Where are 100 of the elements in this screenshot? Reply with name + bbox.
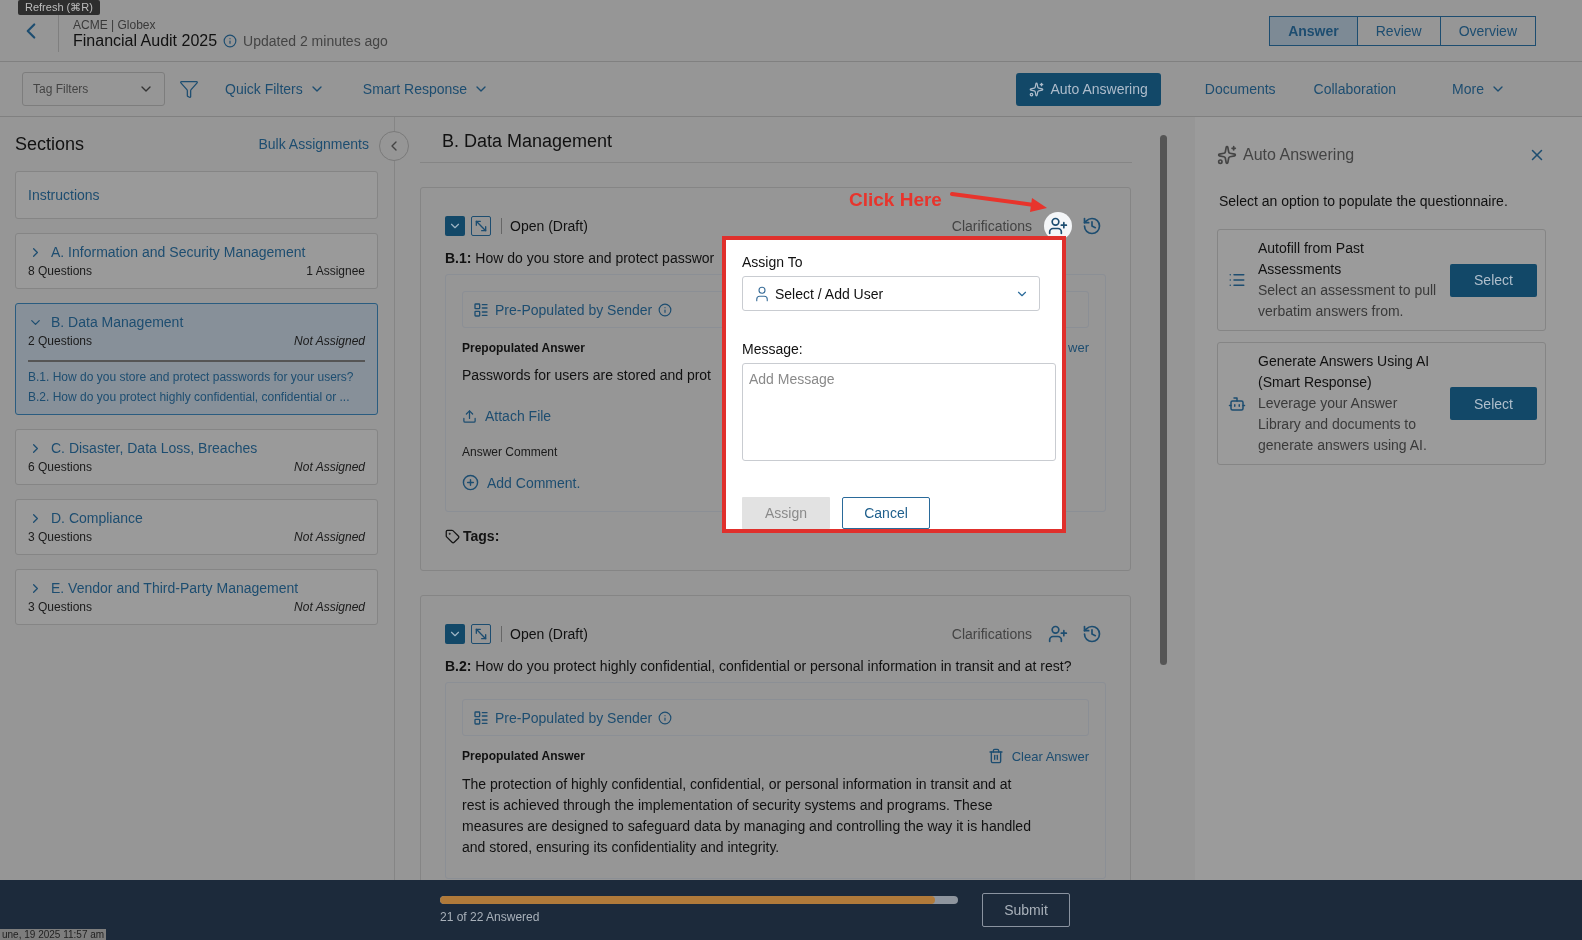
panel-title: Auto Answering [1243, 146, 1355, 164]
info-icon [658, 710, 673, 725]
answer-label: Prepopulated Answer [462, 749, 585, 763]
updated-text: Updated 2 minutes ago [243, 32, 388, 49]
clear-answer-button[interactable]: Clear Answer [987, 748, 1089, 764]
clarifications-label: Clarifications [951, 218, 1032, 234]
view-tab[interactable]: Answer [1270, 16, 1357, 45]
assignment-status: Not Assigned [294, 460, 365, 474]
instructions-link[interactable]: Instructions [28, 187, 100, 203]
sidebar-title: Sections [15, 133, 85, 155]
bulk-assignments-link[interactable]: Bulk Assignments [258, 136, 369, 152]
add-user-icon [1048, 624, 1068, 644]
section-card[interactable]: E. Vendor and Third-Party Management 3 Questions Not Assigned [15, 569, 378, 625]
form-icon [473, 709, 489, 726]
section-heading: B. Data Management [420, 127, 1132, 163]
diagonal-arrow-icon [473, 218, 489, 234]
section-title[interactable]: D. Compliance [28, 510, 143, 526]
assign-to-label: Assign To [742, 254, 804, 270]
clear-answer-button[interactable]: wer [1068, 340, 1089, 355]
tag-icon [445, 528, 460, 544]
view-tab[interactable]: Overview [1439, 16, 1535, 45]
question-text: B.1: How do you store and protect passwor [445, 250, 715, 266]
add-user-icon [1048, 216, 1068, 236]
page-title: Financial Audit 2025 [73, 31, 218, 50]
section-card[interactable]: A. Information and Security Management 8 Questions 1 Assignee [15, 233, 378, 289]
message-field[interactable]: Add Message [742, 363, 1056, 461]
message-label: Message: [742, 341, 804, 358]
upload-icon [462, 408, 477, 424]
section-title[interactable]: B. Data Management [28, 314, 184, 330]
smart-response-button[interactable]: Smart Response [350, 81, 502, 97]
clarifications-label: Clarifications [951, 626, 1032, 642]
sparkles-icon [1217, 145, 1237, 165]
tag-filter-select[interactable]: Tag Filters [22, 72, 165, 106]
source-label: Pre-Populated by Sender [495, 709, 653, 726]
panel-intro: Select an option to populate the questionnaire. [1219, 193, 1509, 209]
option-title: Generate Answers Using AI (Smart Response) [1258, 352, 1431, 392]
diagonal-arrow-icon [473, 626, 489, 642]
history-icon [1082, 624, 1102, 644]
section-title[interactable]: E. Vendor and Third-Party Management [28, 580, 299, 596]
user-icon [753, 284, 771, 303]
toolbar-link[interactable]: Collaboration [1301, 81, 1409, 97]
select-button[interactable]: Select [1450, 387, 1537, 420]
question-count: 3 Questions [28, 530, 93, 544]
section-card[interactable]: B. Data Management 2 Questions Not Assigned B.1. How do you store and protect passwords for your users? B.2. How do you protect highly confidential, confidential or ... [15, 303, 378, 415]
assignment-status: Not Assigned [294, 334, 365, 348]
question-text: B.2: How do you protect highly confidential, confidential or personal information in transit and at rest? [445, 658, 1072, 674]
form-icon [473, 301, 489, 318]
toolbar-link[interactable]: Documents [1192, 81, 1288, 97]
timestamp: une, 19 2025 11:57 am [0, 929, 107, 940]
submit-button[interactable]: Submit [982, 893, 1070, 927]
question-count: 3 Questions [28, 600, 93, 614]
tooltip: Refresh (⌘R) [18, 0, 100, 15]
breadcrumb: ACME | Globex [73, 17, 156, 32]
robot-icon [1228, 394, 1246, 413]
trash-icon [987, 748, 1004, 764]
expand-button[interactable] [471, 216, 491, 236]
quick-filters-button[interactable]: Quick Filters [213, 81, 337, 97]
progress-label: 21 of 22 Answered [440, 910, 541, 924]
collapse-button[interactable] [445, 624, 465, 644]
scrollbar[interactable] [1160, 135, 1167, 665]
option-title: Autofill from Past Assessments [1258, 239, 1365, 279]
view-tab[interactable]: Review [1356, 16, 1440, 45]
assignment-status: Not Assigned [294, 530, 365, 544]
question-count: 6 Questions [28, 460, 93, 474]
annotation-label: Click Here [849, 189, 942, 211]
status-label: Open (Draft) [501, 218, 588, 234]
source-label: Pre-Populated by Sender [495, 301, 653, 318]
collapse-sidebar-button[interactable] [379, 131, 409, 161]
comment-label: Answer Comment [462, 445, 558, 459]
auto-answering-button[interactable]: Auto Answering [1016, 72, 1161, 106]
attach-file-button[interactable]: Attach File [462, 408, 552, 424]
select-button[interactable]: Select [1450, 263, 1537, 297]
more-button[interactable]: More [1440, 81, 1518, 97]
filter-icon [179, 79, 199, 99]
section-title[interactable]: A. Information and Security Management [28, 244, 306, 260]
user-select[interactable]: Select / Add User [742, 276, 1040, 312]
question-link[interactable]: B.2. How do you protect highly confidential, confidential or ... [28, 390, 350, 404]
question-count: 2 Questions [28, 334, 93, 348]
tags-label: Tags: [463, 528, 500, 544]
add-comment-button[interactable]: Add Comment. [462, 474, 581, 491]
question-count: 8 Questions [28, 264, 93, 278]
history-icon [1082, 216, 1102, 236]
section-card[interactable]: C. Disaster, Data Loss, Breaches 6 Questions Not Assigned [15, 429, 378, 485]
list-icon [1228, 271, 1246, 289]
assignment-status: Not Assigned [294, 600, 365, 614]
answer-text: Passwords for users are stored and prot [462, 366, 711, 385]
status-label: Open (Draft) [501, 626, 588, 642]
section-title[interactable]: C. Disaster, Data Loss, Breaches [28, 440, 258, 456]
option-description: Select an assessment to pull verbatim answers from. [1258, 281, 1438, 321]
option-description: Leverage your Answer Library and documents to generate answers using AI. [1258, 394, 1428, 455]
section-card[interactable]: D. Compliance 3 Questions Not Assigned [15, 499, 378, 555]
cancel-button[interactable]: Cancel [842, 497, 930, 529]
info-icon [658, 302, 673, 317]
assignment-status: 1 Assignee [306, 264, 365, 278]
expand-button[interactable] [471, 624, 491, 644]
sparkles-icon [1029, 81, 1045, 97]
collapse-button[interactable] [445, 216, 465, 236]
question-link[interactable]: B.1. How do you store and protect passwords for your users? [28, 370, 354, 384]
info-icon [223, 33, 238, 48]
answer-text: The protection of highly confidential, confidential, or personal information in transit and at rest is achieved through the implementation of security systems and programs. These measures are designed to safeguard data by managing and controlling the way it is handled and stored, ensuring its confidentiality and integrity. [462, 775, 1032, 857]
